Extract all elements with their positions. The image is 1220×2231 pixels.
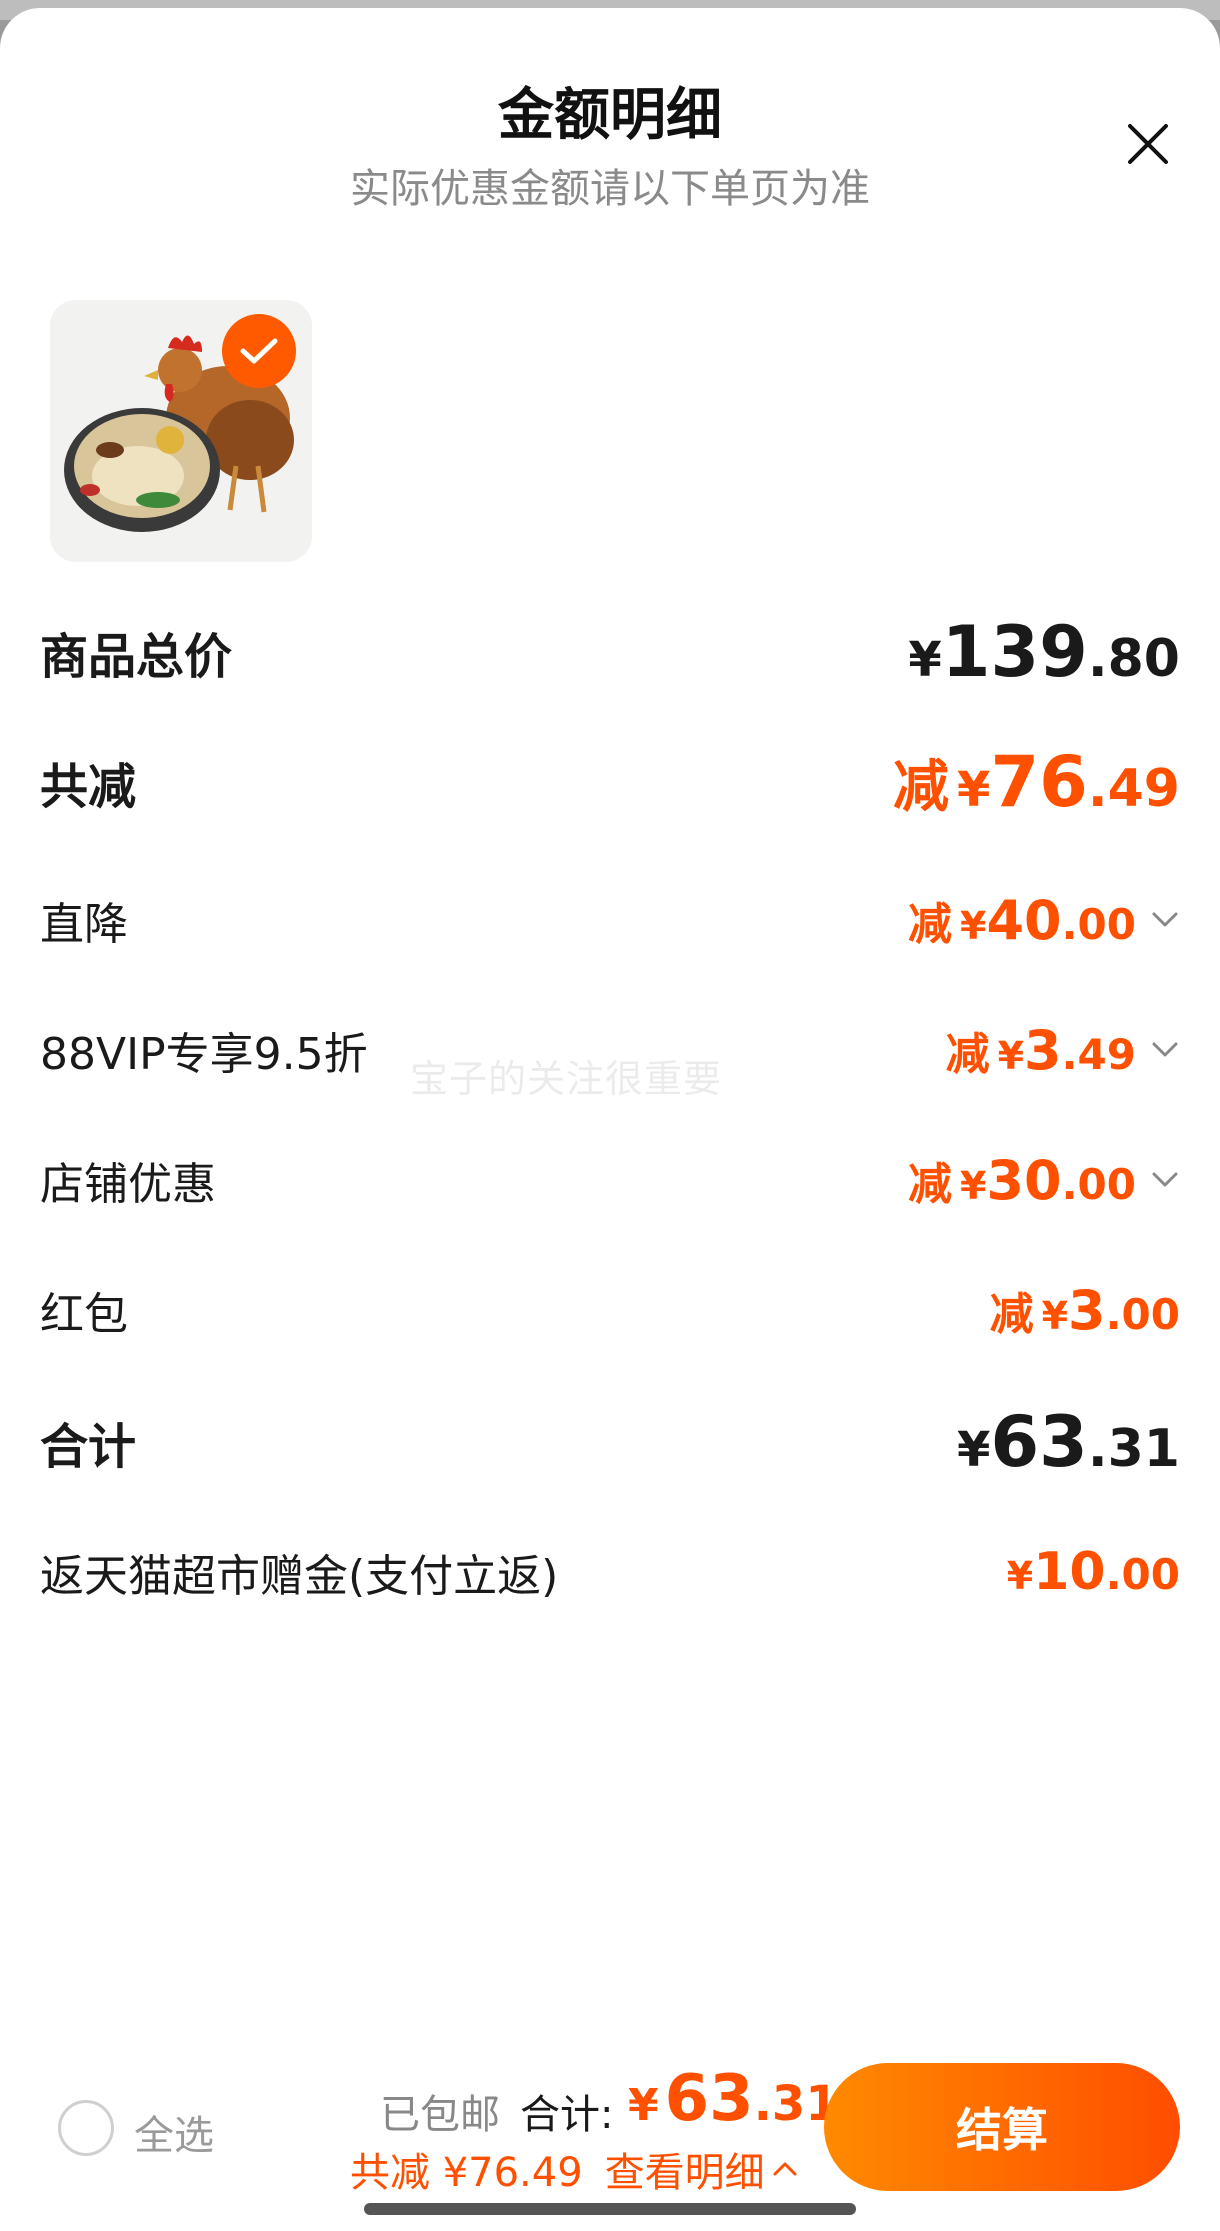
close-button[interactable]	[1124, 120, 1172, 168]
checkout-button[interactable]: 结算	[824, 2063, 1180, 2191]
chevron-down-icon	[1152, 1042, 1178, 1057]
free-shipping-label: 已包邮	[380, 2092, 500, 2138]
selected-check-badge[interactable]	[222, 314, 296, 388]
check-icon	[240, 338, 278, 364]
row-subtotal: 商品总价 ¥ 139 .80	[40, 611, 1180, 693]
row-value: 减 ¥ 76 .49	[893, 741, 1180, 823]
chevron-down-icon	[1152, 1172, 1178, 1187]
row-value: ¥ 63 .31	[957, 1401, 1180, 1483]
amount-detail-sheet: 宝子的关注很重要 金额明细 实际优惠金额请以下单页为准 商品总价 ¥ 139 .…	[0, 8, 1220, 2231]
view-detail-link[interactable]: 共减 ¥76.49 查看明细	[350, 2140, 799, 2198]
chevron-down-icon	[1152, 912, 1178, 927]
row-red-packet: 红包 减 ¥ 3 .00	[40, 1270, 1180, 1350]
select-all-checkbox[interactable]	[58, 2100, 114, 2156]
row-label: 合计	[40, 1419, 137, 1475]
row-label: 返天猫超市赠金(支付立返)	[40, 1551, 559, 1602]
row-label: 红包	[40, 1289, 128, 1340]
row-label: 直降	[40, 899, 128, 950]
row-label: 88VIP专享9.5折	[40, 1029, 368, 1080]
row-value: 减 ¥ 3 .49	[946, 1018, 1180, 1082]
sheet-title: 金额明细	[498, 83, 722, 148]
row-rebate: 返天猫超市赠金(支付立返) ¥ 10 .00	[40, 1532, 1180, 1612]
sheet-subtitle: 实际优惠金额请以下单页为准	[350, 166, 870, 212]
total-label: 合计:	[520, 2092, 614, 2138]
row-label: 店铺优惠	[40, 1159, 216, 1210]
row-label: 共减	[40, 759, 137, 815]
close-icon	[1128, 124, 1168, 164]
row-shop-discount[interactable]: 店铺优惠 减 ¥ 30 .00	[40, 1140, 1180, 1220]
row-value: 减 ¥ 40 .00	[908, 888, 1180, 952]
row-direct-discount[interactable]: 直降 减 ¥ 40 .00	[40, 880, 1180, 960]
row-value: ¥ 139 .80	[908, 611, 1180, 693]
total-reduce-text: 共减 ¥76.49	[350, 2150, 583, 2196]
row-value: ¥ 10 .00	[1006, 1542, 1180, 1602]
select-all-label[interactable]: 全选	[134, 2103, 214, 2161]
row-sum: 合计 ¥ 63 .31	[40, 1401, 1180, 1483]
chevron-up-icon	[773, 2162, 797, 2176]
row-label: 商品总价	[40, 629, 233, 685]
row-value: 减 ¥ 3 .00	[989, 1279, 1180, 1342]
total-amount: ¥ 63 .31	[628, 2062, 839, 2136]
detail-link-label: 查看明细	[604, 2150, 765, 2196]
row-total-reduce: 共减 减 ¥ 76 .49	[40, 741, 1180, 823]
row-vip-discount[interactable]: 88VIP专享9.5折 减 ¥ 3 .49	[40, 1010, 1180, 1090]
home-indicator	[364, 2203, 856, 2215]
row-value: 减 ¥ 30 .00	[908, 1148, 1180, 1212]
